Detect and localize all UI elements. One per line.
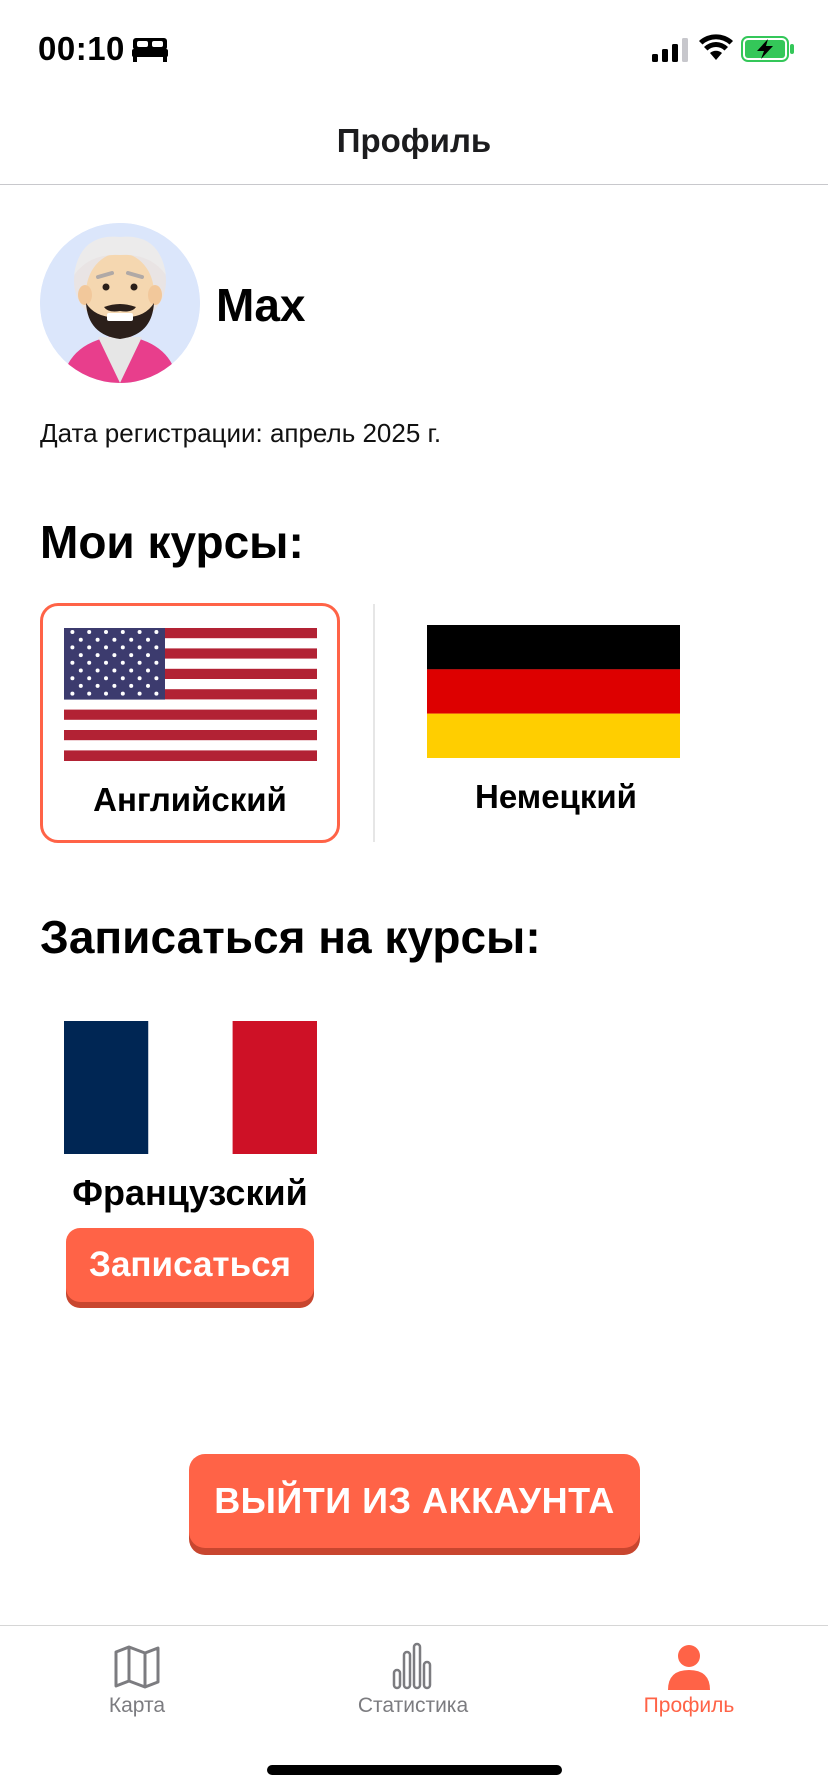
tab-statistics[interactable]: Статистика (313, 1626, 513, 1736)
bar-chart-icon (392, 1642, 432, 1690)
person-icon (668, 1645, 710, 1690)
bed-icon (132, 38, 168, 62)
cellular-signal-icon (652, 38, 688, 62)
enroll-button[interactable]: Записаться (66, 1228, 314, 1302)
us-flag-icon (64, 628, 317, 761)
course-card-german[interactable]: Немецкий (406, 603, 706, 843)
course-label-french: Французский (72, 1172, 308, 1213)
status-bar: 00:10 (0, 0, 828, 100)
tab-map-label: Карта (108, 1694, 166, 1717)
page-title: Профиль (336, 122, 492, 159)
status-time: 00:10 (38, 30, 125, 67)
course-divider (373, 604, 375, 842)
france-flag-icon (64, 1021, 317, 1154)
nav-header: Профиль (0, 100, 828, 185)
enroll-card-french: Французский Записаться (40, 1000, 340, 1310)
tab-map[interactable]: Карта (37, 1626, 237, 1736)
map-icon (114, 1645, 160, 1689)
registration-date: Дата регистрации: апрель 2025 г. (40, 418, 442, 448)
user-name: Max (216, 279, 306, 331)
avatar (40, 223, 200, 383)
bearded-man-avatar-icon (40, 223, 200, 383)
my-courses-title: Мои курсы: (40, 516, 304, 568)
course-label-german: Немецкий (475, 778, 637, 815)
germany-flag-icon (427, 625, 680, 758)
course-card-english[interactable]: Английский (40, 603, 340, 843)
enroll-title: Записаться на курсы: (40, 911, 541, 963)
battery-charging-icon (741, 36, 794, 62)
tab-profile-label: Профиль (643, 1694, 735, 1717)
tab-statistics-label: Статистика (357, 1694, 469, 1717)
tab-profile[interactable]: Профиль (589, 1626, 789, 1736)
logout-button[interactable]: ВЫЙТИ ИЗ АККАУНТА (189, 1454, 640, 1548)
course-label-english: Английский (93, 781, 287, 818)
home-indicator (267, 1765, 562, 1775)
wifi-icon (699, 34, 733, 60)
